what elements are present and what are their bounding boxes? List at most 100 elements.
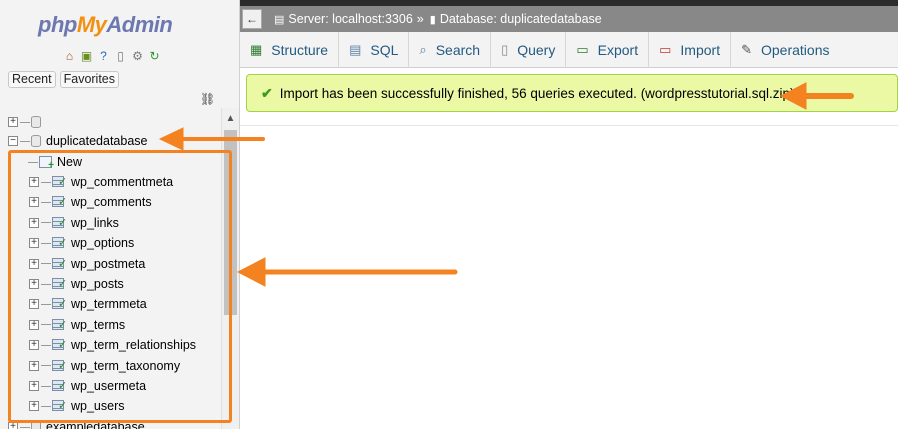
table-icon: ✓	[52, 257, 67, 270]
table-icon: ✓	[52, 380, 67, 392]
tab-export[interactable]: ▭ Export	[566, 32, 650, 68]
tree-row-table[interactable]: + ✓ wp_links	[29, 213, 119, 233]
reload-icon[interactable]: ↻	[147, 48, 162, 63]
recent-favorites-bar: Recent Favorites	[8, 71, 120, 88]
table-name[interactable]: wp_termmeta	[71, 297, 147, 311]
database-icon	[31, 116, 41, 128]
main-tabs: ▦ Structure ▤ SQL ⌕ Search ▯ Query ▭ Export ▭…	[240, 32, 898, 68]
expand-icon[interactable]: +	[8, 117, 18, 127]
tree-row-table[interactable]: + ✓ wp_terms	[29, 315, 125, 335]
expand-icon[interactable]: +	[8, 422, 18, 429]
server-icon: ▤	[274, 13, 285, 26]
tab-operations[interactable]: ✎ Operations	[731, 32, 839, 68]
tree-row-table[interactable]: + ✓ wp_commentmeta	[29, 172, 173, 192]
logout-icon[interactable]: ▣	[79, 48, 94, 63]
expand-icon[interactable]: +	[29, 177, 39, 187]
tree-row-table[interactable]: + ✓ wp_comments	[29, 192, 152, 212]
table-name[interactable]: wp_term_relationships	[71, 338, 196, 352]
expand-icon[interactable]: +	[29, 258, 39, 269]
success-notice: ✔ Import has been successfully finished,…	[246, 74, 898, 112]
tab-query[interactable]: ▯ Query	[491, 32, 567, 68]
database-icon: ▮	[429, 13, 436, 26]
scrollbar-thumb[interactable]	[224, 130, 237, 315]
expand-icon[interactable]: +	[29, 401, 39, 412]
query-icon: ▯	[501, 42, 509, 57]
main-content	[240, 125, 898, 429]
expand-icon[interactable]: +	[29, 381, 39, 391]
expand-icon[interactable]: +	[29, 299, 39, 310]
tree-row-database[interactable]: − duplicatedatabase	[8, 131, 147, 151]
search-icon: ⌕	[419, 42, 427, 57]
table-name[interactable]: wp_commentmeta	[71, 175, 173, 189]
tree-scrollbar[interactable]: ▲	[221, 108, 239, 429]
table-name[interactable]: wp_options	[71, 236, 134, 250]
tab-sql[interactable]: ▤ SQL	[339, 32, 410, 68]
table-name[interactable]: wp_posts	[71, 277, 124, 291]
table-icon: ✓	[52, 339, 67, 351]
settings-icon[interactable]: ⚙	[130, 48, 145, 63]
favorites-button[interactable]: Favorites	[59, 71, 120, 88]
table-name[interactable]: wp_terms	[71, 318, 125, 332]
home-icon[interactable]: ⌂	[62, 48, 77, 63]
tree-row-next-database[interactable]: + exampledatabase	[8, 417, 145, 429]
expand-icon[interactable]: +	[29, 360, 39, 371]
tree-row-table[interactable]: + ✓ wp_users	[29, 396, 125, 416]
table-icon: ✓	[52, 216, 67, 229]
table-icon: ✓	[52, 359, 67, 372]
expand-icon[interactable]: +	[29, 279, 39, 289]
quick-icons-bar: ⌂ ▣ ? ▯ ⚙ ↻	[62, 48, 162, 63]
table-name[interactable]: wp_term_taxonomy	[71, 359, 180, 373]
table-name[interactable]: wp_postmeta	[71, 257, 145, 271]
new-table-icon: +	[39, 156, 54, 171]
phpmyadmin-logo[interactable]: phpMyAdmin	[38, 12, 173, 38]
tree-row-table[interactable]: + ✓ wp_term_taxonomy	[29, 356, 180, 376]
table-name[interactable]: wp_usermeta	[71, 379, 146, 393]
tree-row-table[interactable]: + ✓ wp_usermeta	[29, 376, 146, 396]
back-arrow-icon[interactable]: ←	[242, 9, 262, 29]
help-icon[interactable]: ?	[96, 48, 111, 63]
table-name[interactable]: wp_users	[71, 399, 125, 413]
new-table-label[interactable]: New	[57, 155, 82, 169]
expand-icon[interactable]: +	[29, 197, 39, 208]
operations-icon: ✎	[741, 42, 752, 57]
breadcrumb-server[interactable]: Server: localhost:3306	[288, 12, 412, 26]
breadcrumb-database[interactable]: Database: duplicatedatabase	[440, 12, 602, 26]
tree-row-table[interactable]: + ✓ wp_posts	[29, 274, 124, 294]
table-icon: ✓	[52, 237, 67, 249]
collapse-icon[interactable]: −	[8, 136, 18, 146]
table-icon: ✓	[52, 278, 67, 290]
expand-icon[interactable]: +	[29, 217, 39, 228]
tab-import[interactable]: ▭ Import	[649, 32, 732, 68]
tree-row-table[interactable]: + ✓ wp_options	[29, 233, 134, 253]
breadcrumb-separator: »	[416, 12, 424, 26]
recent-button[interactable]: Recent	[8, 71, 56, 88]
tree-row-table[interactable]: + ✓ wp_term_relationships	[29, 335, 196, 355]
docs-icon[interactable]: ▯	[113, 48, 128, 63]
database-name[interactable]: exampledatabase	[46, 420, 145, 429]
table-name[interactable]: wp_links	[71, 216, 119, 230]
breadcrumb: ← ▤ Server: localhost:3306 » ▮ Database:…	[240, 6, 898, 32]
tree-row-table[interactable]: + ✓ wp_postmeta	[29, 254, 145, 274]
tab-search[interactable]: ⌕ Search	[409, 32, 492, 68]
tab-structure[interactable]: ▦ Structure	[240, 32, 340, 68]
tree-row-table[interactable]: + ✓ wp_termmeta	[29, 294, 147, 314]
structure-icon: ▦	[250, 42, 263, 57]
link-with-main-panel-icon[interactable]: ⛓	[200, 92, 215, 106]
tree-row-collapsed-db[interactable]: +	[8, 112, 46, 132]
checkmark-icon: ✔	[261, 84, 273, 101]
expand-icon[interactable]: +	[29, 340, 39, 351]
sql-icon: ▤	[349, 42, 362, 57]
database-tree: + − duplicatedatabase + New + ✓ wp_commentme…	[0, 108, 239, 429]
table-icon: ✓	[52, 298, 67, 310]
expand-icon[interactable]: +	[29, 238, 39, 249]
import-icon: ▭	[659, 42, 672, 57]
expand-icon[interactable]: +	[29, 319, 39, 330]
navigation-panel: phpMyAdmin ⌂ ▣ ? ▯ ⚙ ↻ Recent Favorites …	[0, 0, 240, 429]
tree-row-new-table[interactable]: + New	[28, 152, 82, 172]
database-icon	[31, 135, 41, 147]
scroll-up-icon[interactable]: ▲	[222, 108, 239, 128]
table-icon: ✓	[52, 176, 67, 188]
database-name[interactable]: duplicatedatabase	[46, 134, 147, 148]
table-name[interactable]: wp_comments	[71, 195, 152, 209]
export-icon: ▭	[576, 42, 589, 57]
